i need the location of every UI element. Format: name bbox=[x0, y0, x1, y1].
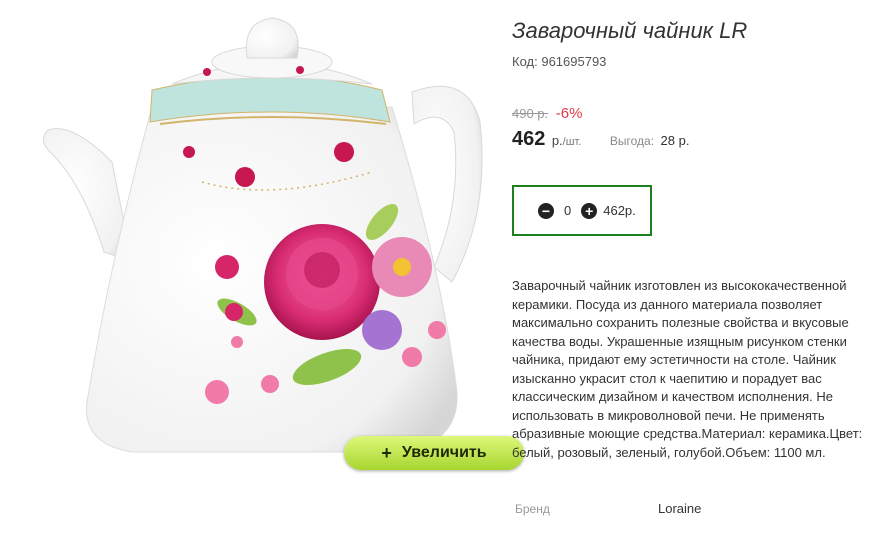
plus-circle-icon[interactable]: + bbox=[581, 202, 598, 219]
brand-label: Бренд bbox=[515, 502, 550, 516]
old-price: 490 р. bbox=[512, 106, 549, 121]
teapot-image bbox=[43, 17, 483, 453]
discount-badge: -6% bbox=[555, 105, 583, 122]
brand-value[interactable]: Loraine bbox=[658, 501, 701, 516]
benefit-value: 28 р. bbox=[660, 133, 690, 148]
price-row: 462 р./шт. Выгода: 28 р. bbox=[512, 128, 689, 151]
price-value: 462 bbox=[512, 128, 546, 150]
price-unit: р. bbox=[551, 133, 563, 148]
product-description: Заварочный чайник изготовлен из высокока… bbox=[512, 278, 863, 460]
benefit-label: Выгода: bbox=[609, 134, 655, 148]
minus-circle-icon[interactable]: − bbox=[538, 202, 554, 219]
quantity-total: 462р. bbox=[603, 203, 636, 218]
quantity-value: 0 bbox=[564, 203, 572, 218]
product-title: Заварочный чайник LR bbox=[512, 18, 748, 43]
code-label: Код: bbox=[512, 54, 538, 69]
plus-icon: + bbox=[381, 442, 392, 463]
product-code: Код: 961695793 bbox=[512, 54, 606, 69]
quantity-selector: − 0 + 462р. bbox=[512, 185, 652, 236]
price-per-unit: /шт. bbox=[562, 136, 582, 148]
old-price-row: 490 р. -6% bbox=[512, 105, 582, 122]
product-image[interactable]: + Увеличить bbox=[42, 12, 524, 470]
code-value: 961695793 bbox=[541, 54, 607, 69]
zoom-label: Увеличить bbox=[401, 444, 487, 461]
zoom-button[interactable]: + Увеличить bbox=[344, 436, 524, 470]
